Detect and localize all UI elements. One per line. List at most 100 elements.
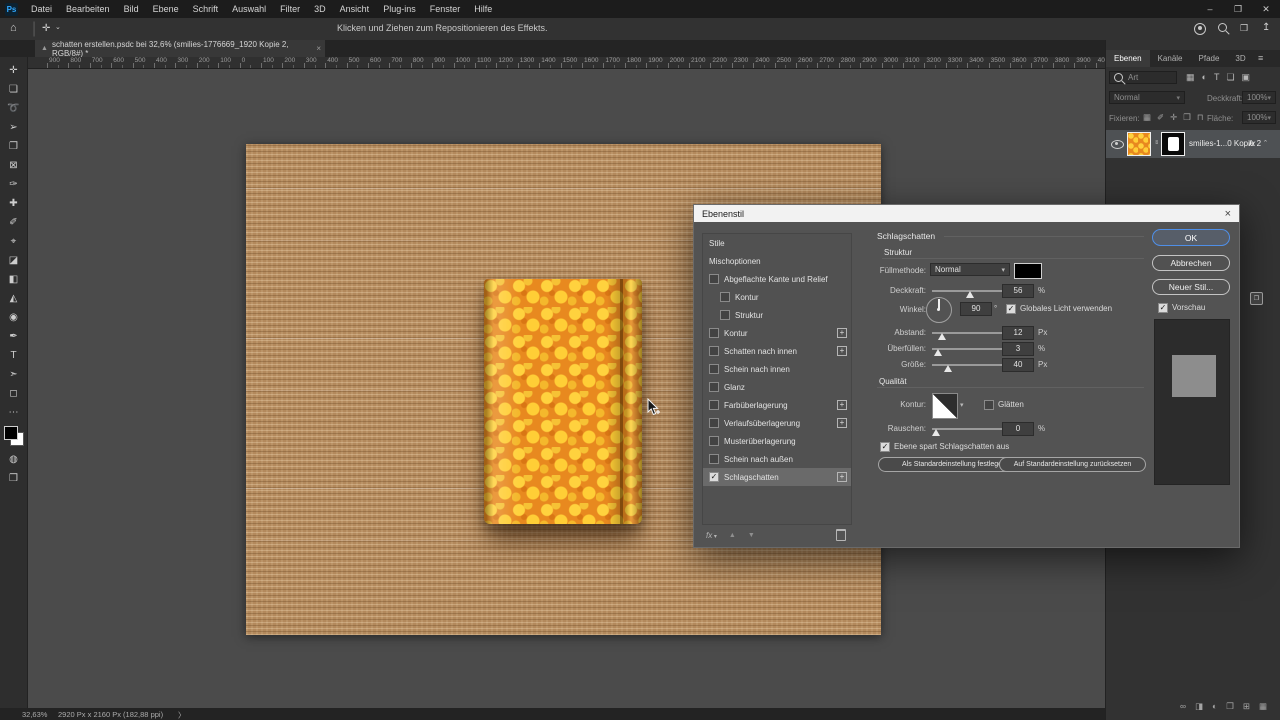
type-tool-icon[interactable]: T: [0, 346, 28, 365]
delete-layer-icon[interactable]: ▦: [1259, 701, 1267, 712]
layer-thumbnail[interactable]: [1127, 132, 1151, 156]
menu-item[interactable]: Ebene: [146, 0, 186, 18]
foreground-color-swatch[interactable]: [3, 426, 18, 440]
style-list-item[interactable]: Schein nach innen +: [703, 360, 851, 378]
menu-item[interactable]: Hilfe: [467, 0, 499, 18]
add-effect-icon[interactable]: +: [837, 472, 847, 482]
pixel-filter-icon[interactable]: ▦: [1186, 72, 1195, 83]
frame-tool-icon[interactable]: ⊠: [0, 156, 28, 175]
add-effect-icon[interactable]: +: [837, 346, 847, 356]
zoom-level-field[interactable]: 32,63%: [22, 710, 47, 719]
menu-item[interactable]: Bearbeiten: [59, 0, 117, 18]
menu-item[interactable]: Schrift: [186, 0, 226, 18]
share-icon[interactable]: ↥: [1262, 22, 1270, 33]
noise-slider[interactable]: [932, 428, 1002, 436]
style-checkbox[interactable]: [720, 292, 730, 302]
cancel-button[interactable]: Abbrechen: [1152, 255, 1230, 271]
menu-item[interactable]: Ansicht: [333, 0, 377, 18]
restore-icon[interactable]: ❐: [1224, 4, 1252, 15]
status-chevron-icon[interactable]: 〉: [178, 710, 186, 720]
lock-transparency-icon[interactable]: ▦: [1143, 112, 1151, 123]
eyedropper-tool-icon[interactable]: ✑: [0, 175, 28, 194]
style-checkbox[interactable]: [720, 310, 730, 320]
layer-mask-thumbnail[interactable]: [1161, 132, 1185, 156]
size-field[interactable]: 40: [1002, 358, 1034, 372]
contour-picker[interactable]: [932, 393, 958, 419]
home-icon[interactable]: ⌂: [10, 22, 17, 34]
layer-filter-search[interactable]: Art: [1109, 71, 1177, 84]
brush-tool-icon[interactable]: ✐: [0, 213, 28, 232]
smart-object-filter-icon[interactable]: ▣: [1242, 72, 1251, 83]
menu-item[interactable]: Fenster: [423, 0, 468, 18]
panel-menu-icon[interactable]: ≡: [1258, 53, 1263, 63]
angle-field[interactable]: 90: [960, 302, 992, 316]
quick-mask-icon[interactable]: ◍: [0, 450, 28, 469]
path-selection-tool-icon[interactable]: ➣: [0, 365, 28, 384]
healing-brush-tool-icon[interactable]: ✚: [0, 194, 28, 213]
global-light-checkbox[interactable]: ✓: [1006, 304, 1016, 314]
layer-group-icon[interactable]: ❒: [1226, 701, 1234, 712]
minimize-icon[interactable]: –: [1196, 4, 1224, 15]
style-checkbox[interactable]: ✓: [709, 472, 719, 482]
adjustment-filter-icon[interactable]: ◐: [1202, 72, 1207, 83]
close-icon[interactable]: ✕: [1252, 4, 1280, 15]
style-list-item[interactable]: Schein nach außen +: [703, 450, 851, 468]
object-selection-tool-icon[interactable]: ➢: [0, 118, 28, 137]
search-icon[interactable]: [1218, 23, 1227, 32]
workspace-icon[interactable]: ❒: [1240, 23, 1248, 34]
style-checkbox[interactable]: [709, 418, 719, 428]
dodge-tool-icon[interactable]: ◉: [0, 308, 28, 327]
preview-checkbox[interactable]: ✓: [1158, 303, 1168, 313]
style-checkbox[interactable]: [709, 400, 719, 410]
blend-mode-select[interactable]: Normal ▾: [930, 263, 1010, 276]
panel-tab[interactable]: 3D: [1227, 50, 1253, 67]
type-filter-icon[interactable]: T: [1214, 72, 1220, 83]
size-slider[interactable]: [932, 364, 1002, 372]
opacity-field[interactable]: 56: [1002, 284, 1034, 298]
style-list-item[interactable]: Abgeflachte Kante und Relief +: [703, 270, 851, 288]
style-checkbox[interactable]: [709, 454, 719, 464]
move-tool-icon[interactable]: ✛: [0, 61, 28, 80]
style-checkbox[interactable]: [709, 328, 719, 338]
style-checkbox[interactable]: [709, 346, 719, 356]
blur-tool-icon[interactable]: ◭: [0, 289, 28, 308]
style-list-item[interactable]: ✓ Schlagschatten +: [703, 468, 851, 486]
fill-field[interactable]: 100% ▾: [1242, 111, 1276, 124]
marquee-tool-icon[interactable]: ❏: [0, 80, 28, 99]
lock-pixels-icon[interactable]: ✐: [1157, 112, 1164, 123]
spread-field[interactable]: 3: [1002, 342, 1034, 356]
more-tools-icon[interactable]: ⋯: [0, 403, 28, 422]
shadow-color-swatch[interactable]: [1014, 263, 1042, 279]
style-list-item[interactable]: Glanz +: [703, 378, 851, 396]
add-fx-button[interactable]: fx ▾: [706, 531, 717, 540]
style-list-item[interactable]: Kontur +: [703, 288, 851, 306]
new-style-button[interactable]: Neuer Stil...: [1152, 279, 1230, 295]
distance-slider[interactable]: [932, 332, 1002, 340]
style-checkbox[interactable]: [709, 382, 719, 392]
mask-link-icon[interactable]: ∞: [1153, 140, 1159, 144]
ok-button[interactable]: OK: [1152, 229, 1230, 246]
layer-fx-badge[interactable]: fx: [1249, 139, 1255, 148]
menu-item[interactable]: Datei: [24, 0, 59, 18]
style-checkbox[interactable]: [709, 274, 719, 284]
style-list-item[interactable]: Verlaufsüberlagerung +: [703, 414, 851, 432]
menu-item[interactable]: Auswahl: [225, 0, 273, 18]
new-layer-icon[interactable]: ⊞: [1243, 701, 1250, 712]
crop-tool-icon[interactable]: ❐: [0, 137, 28, 156]
style-checkbox[interactable]: [709, 436, 719, 446]
document-tab[interactable]: ▲ schatten erstellen.psdc bei 32,6% (smi…: [35, 40, 325, 58]
menu-item[interactable]: Bild: [117, 0, 146, 18]
move-tool-options-icon[interactable]: ✛: [42, 23, 50, 34]
eraser-tool-icon[interactable]: ◪: [0, 251, 28, 270]
menu-item[interactable]: Filter: [273, 0, 307, 18]
angle-dial[interactable]: [926, 297, 952, 323]
reset-default-button[interactable]: Auf Standardeinstellung zurücksetzen: [999, 457, 1146, 472]
adjustment-layer-icon[interactable]: ◐: [1212, 701, 1217, 712]
opacity-field[interactable]: 100% ▾: [1242, 91, 1276, 104]
style-list-item[interactable]: Stile +: [703, 234, 851, 252]
add-effect-icon[interactable]: +: [837, 328, 847, 338]
style-list-item[interactable]: Musterüberlagerung +: [703, 432, 851, 450]
lock-position-icon[interactable]: ✛: [1170, 112, 1177, 123]
style-checkbox[interactable]: [709, 364, 719, 374]
delete-effect-icon[interactable]: [836, 529, 846, 541]
